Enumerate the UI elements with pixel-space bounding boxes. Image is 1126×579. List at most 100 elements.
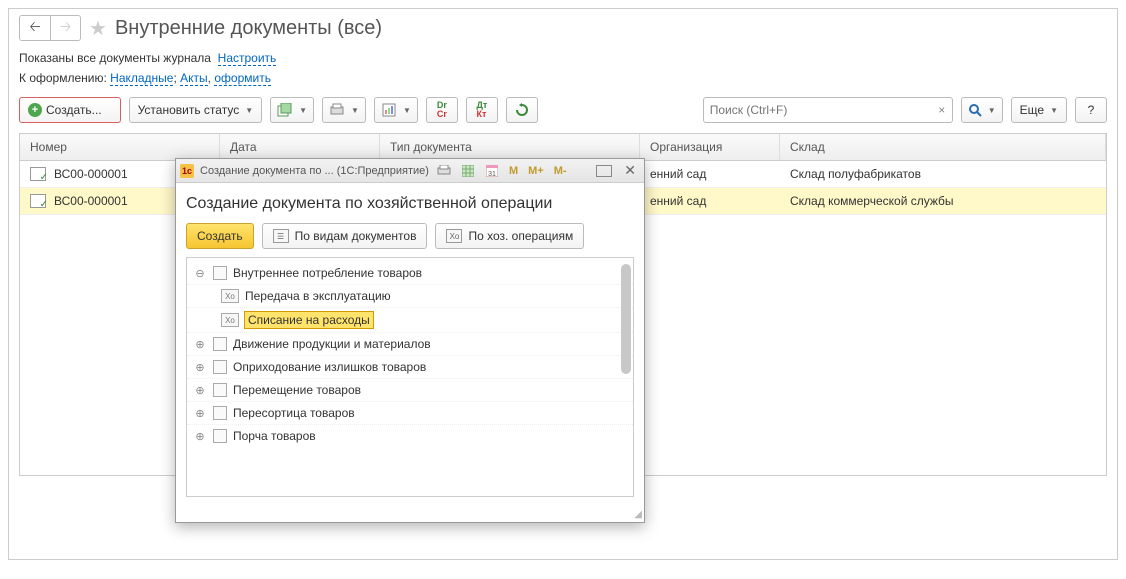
- chevron-down-icon: ▼: [1050, 106, 1058, 115]
- link-akty[interactable]: Акты: [180, 71, 208, 86]
- dialog-resize-handle[interactable]: ◢: [176, 509, 644, 522]
- folder-icon: [213, 429, 227, 443]
- todo-prefix: К оформлению:: [19, 71, 107, 85]
- mem-m-button[interactable]: M: [507, 165, 520, 177]
- cell-number: ВС00-000001: [54, 194, 128, 208]
- create-document-dialog: 1c Создание документа по ... (1С:Предпри…: [175, 158, 645, 523]
- nav-back-button[interactable]: 🡠: [20, 16, 50, 40]
- set-status-button[interactable]: Установить статус ▼: [129, 97, 263, 123]
- by-doc-types-button[interactable]: ☰ По видам документов: [262, 223, 428, 249]
- chevron-down-icon: ▼: [403, 106, 411, 115]
- refresh-button[interactable]: [506, 97, 538, 123]
- tree-item-label: Внутреннее потребление товаров: [233, 266, 422, 280]
- link-oformit[interactable]: оформить: [214, 71, 271, 86]
- folder-icon: [213, 266, 227, 280]
- cell-number: ВС00-000001: [54, 167, 128, 181]
- tree-item-label: Движение продукции и материалов: [233, 337, 431, 351]
- chevron-down-icon: ▼: [299, 106, 307, 115]
- nav-forward-button[interactable]: 🡢: [50, 16, 80, 40]
- tree-item-label: Пересортица товаров: [233, 406, 355, 420]
- drcr-button[interactable]: DrCr: [426, 97, 458, 123]
- expand-toggle-icon[interactable]: ⊖: [193, 267, 207, 280]
- svg-text:31: 31: [488, 171, 496, 177]
- titlebar-print-icon[interactable]: [435, 162, 453, 180]
- configure-link[interactable]: Настроить: [218, 51, 277, 66]
- window-close-button[interactable]: ✕: [620, 162, 640, 179]
- mem-mplus-button[interactable]: M+: [526, 165, 546, 177]
- chevron-down-icon: ▼: [245, 106, 253, 115]
- tree-item[interactable]: ⊕ Порча товаров: [187, 424, 633, 447]
- help-button[interactable]: ?: [1075, 97, 1107, 123]
- chevron-down-icon: ▼: [988, 106, 996, 115]
- print-button[interactable]: ▼: [322, 97, 366, 123]
- create-button[interactable]: + Создать...: [19, 97, 121, 123]
- search-input-wrap[interactable]: ×: [703, 97, 953, 123]
- find-button[interactable]: ▼: [961, 97, 1003, 123]
- expand-toggle-icon[interactable]: ⊕: [193, 407, 207, 420]
- tree-item[interactable]: ⊕ Оприходование излишков товаров: [187, 355, 633, 378]
- col-date[interactable]: Дата: [220, 134, 380, 160]
- tree-item[interactable]: XoПередача в эксплуатацию: [187, 284, 633, 307]
- col-type[interactable]: Тип документа: [380, 134, 640, 160]
- by-operations-button[interactable]: Xo По хоз. операциям: [435, 223, 584, 249]
- favorite-star-icon[interactable]: ★: [89, 16, 107, 41]
- more-button[interactable]: Еще ▼: [1011, 97, 1067, 123]
- expand-toggle-icon[interactable]: ⊕: [193, 338, 207, 351]
- col-warehouse[interactable]: Склад: [780, 134, 1106, 160]
- tree-scrollbar[interactable]: [621, 262, 631, 492]
- app-1c-icon: 1c: [180, 164, 194, 178]
- window-restore-button[interactable]: [596, 165, 612, 177]
- col-org[interactable]: Организация: [640, 134, 780, 160]
- expand-toggle-icon[interactable]: ⊕: [193, 361, 207, 374]
- set-status-label: Установить статус: [138, 103, 240, 117]
- search-input[interactable]: [704, 103, 932, 117]
- tree-item-label: Перемещение товаров: [233, 383, 361, 397]
- cell-org: енний сад: [640, 161, 780, 187]
- tree-item[interactable]: ⊕ Движение продукции и материалов: [187, 332, 633, 355]
- col-number[interactable]: Номер: [20, 134, 220, 160]
- folder-icon: [213, 360, 227, 374]
- page-title: Внутренние документы (все): [115, 17, 382, 40]
- mem-mminus-button[interactable]: M-: [552, 165, 569, 177]
- copy-button[interactable]: ▼: [270, 97, 314, 123]
- expand-toggle-icon[interactable]: ⊕: [193, 384, 207, 397]
- expand-toggle-icon[interactable]: ⊕: [193, 430, 207, 443]
- folder-icon: [213, 337, 227, 351]
- tree-item[interactable]: ⊕ Пересортица товаров: [187, 401, 633, 424]
- titlebar-grid-icon[interactable]: [459, 162, 477, 180]
- by-op-label: По хоз. операциям: [468, 229, 573, 243]
- document-status-icon: [30, 167, 46, 181]
- document-status-icon: [30, 194, 46, 208]
- dialog-wintitle: Создание документа по ... (1С:Предприяти…: [200, 165, 429, 177]
- clear-search-button[interactable]: ×: [932, 103, 952, 117]
- dtkt-button[interactable]: ДтКт: [466, 97, 498, 123]
- xo-icon: Xo: [221, 313, 239, 327]
- xo-icon: Xo: [221, 289, 239, 303]
- chevron-down-icon: ▼: [351, 106, 359, 115]
- folder-icon: [213, 406, 227, 420]
- tree-item-label: Порча товаров: [233, 429, 316, 443]
- report-button[interactable]: ▼: [374, 97, 418, 123]
- by-doc-label: По видам документов: [295, 229, 417, 243]
- document-icon: ☰: [273, 229, 289, 243]
- more-label: Еще: [1020, 103, 1044, 117]
- cell-org: енний сад: [640, 188, 780, 214]
- dialog-create-button[interactable]: Создать: [186, 223, 254, 249]
- cell-warehouse: Склад коммерческой службы: [780, 188, 1106, 214]
- tree-item-label: Оприходование излишков товаров: [233, 360, 426, 374]
- plus-icon: +: [28, 103, 42, 117]
- tree-item[interactable]: ⊖ Внутреннее потребление товаров: [187, 262, 633, 284]
- tree-item[interactable]: ⊕ Перемещение товаров: [187, 378, 633, 401]
- tree-item[interactable]: Xo Списание на расходы: [187, 307, 633, 332]
- link-nakladnye[interactable]: Накладные: [110, 71, 173, 86]
- dialog-create-label: Создать: [197, 229, 243, 243]
- cell-warehouse: Склад полуфабрикатов: [780, 161, 1106, 187]
- operation-tree[interactable]: ⊖ Внутреннее потребление товаров XoПередач…: [187, 258, 633, 496]
- shown-text: Показаны все документы журнала: [19, 51, 211, 65]
- dialog-heading: Создание документа по хозяйственной опер…: [186, 195, 634, 213]
- create-button-label: Создать...: [46, 103, 102, 117]
- xo-icon: Xo: [446, 229, 462, 243]
- dialog-titlebar[interactable]: 1c Создание документа по ... (1С:Предпри…: [176, 159, 644, 183]
- tree-item-label: Списание на расходы: [245, 312, 373, 328]
- titlebar-calendar-icon[interactable]: 31: [483, 162, 501, 180]
